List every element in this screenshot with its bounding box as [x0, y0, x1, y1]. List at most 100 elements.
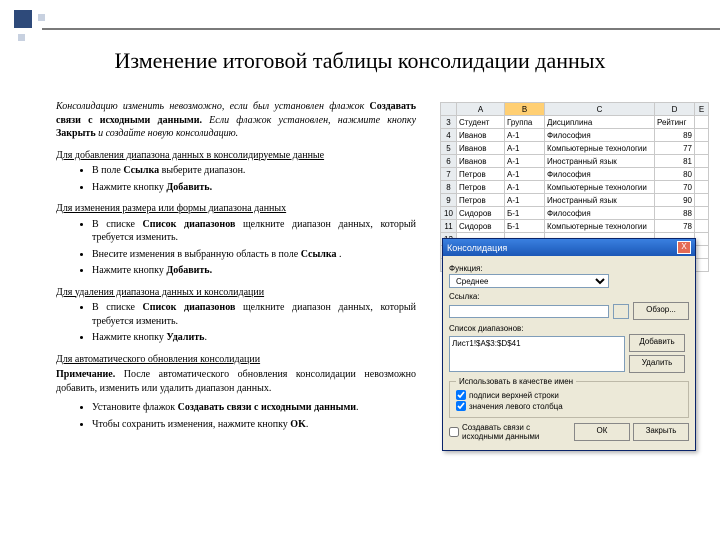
page-title: Изменение итоговой таблицы консолидации … — [0, 48, 720, 74]
left-col-checkbox[interactable] — [456, 401, 466, 411]
row-header[interactable]: 3 — [441, 116, 457, 129]
list-item: Чтобы сохранить изменения, нажмите кнопк… — [92, 418, 416, 432]
cell[interactable]: Сидоров — [457, 207, 505, 220]
close-icon[interactable]: X — [677, 241, 691, 254]
function-label: Функция: — [449, 264, 689, 273]
cell[interactable]: А-1 — [505, 129, 545, 142]
row-header[interactable]: 4 — [441, 129, 457, 142]
list-item: В списке Список диапазонов щелкните диап… — [92, 301, 416, 328]
cell[interactable]: Компьютерные технологии — [545, 181, 655, 194]
cell[interactable]: Б-1 — [505, 207, 545, 220]
col-header[interactable]: E — [695, 103, 709, 116]
cell[interactable]: Философия — [545, 168, 655, 181]
cell[interactable]: Иванов — [457, 129, 505, 142]
cell[interactable]: Компьютерные технологии — [545, 142, 655, 155]
function-select[interactable]: Среднее — [449, 274, 609, 288]
cell[interactable]: А-1 — [505, 181, 545, 194]
section-resize-range: Для изменения размера или формы диапазон… — [56, 202, 416, 216]
cell[interactable]: 81 — [655, 155, 695, 168]
cell[interactable] — [695, 155, 709, 168]
list-item[interactable]: Лист1!$A$3:$D$41 — [452, 339, 622, 348]
cell[interactable]: 70 — [655, 181, 695, 194]
reference-label: Ссылка: — [449, 292, 689, 301]
dialog-titlebar[interactable]: Консолидация X — [443, 239, 695, 256]
row-header[interactable]: 8 — [441, 181, 457, 194]
cell[interactable]: Группа — [505, 116, 545, 129]
cell[interactable] — [695, 246, 709, 259]
row-header[interactable]: 10 — [441, 207, 457, 220]
cell[interactable]: 90 — [655, 194, 695, 207]
row-header[interactable]: 6 — [441, 155, 457, 168]
group-legend: Использовать в качестве имен — [456, 377, 576, 386]
row-header[interactable]: 7 — [441, 168, 457, 181]
cell[interactable] — [695, 220, 709, 233]
col-header[interactable]: A — [457, 103, 505, 116]
cell[interactable] — [695, 168, 709, 181]
note-paragraph: Примечание. После автоматического обновл… — [56, 368, 416, 395]
row-header[interactable]: 11 — [441, 220, 457, 233]
intro-paragraph: Консолидацию изменить невозможно, если б… — [56, 100, 416, 141]
cell[interactable] — [695, 233, 709, 246]
add-button[interactable]: Добавить — [629, 334, 685, 352]
top-row-checkbox[interactable] — [456, 390, 466, 400]
cell[interactable]: Иванов — [457, 142, 505, 155]
col-header[interactable]: C — [545, 103, 655, 116]
row-header[interactable]: 9 — [441, 194, 457, 207]
cell[interactable]: 88 — [655, 207, 695, 220]
header-rule — [42, 28, 720, 30]
range-list-label: Список диапазонов: — [449, 324, 689, 333]
close-button[interactable]: Закрыть — [633, 423, 689, 441]
cell[interactable]: А-1 — [505, 155, 545, 168]
cell[interactable] — [695, 259, 709, 272]
cell[interactable] — [695, 194, 709, 207]
cell[interactable]: 77 — [655, 142, 695, 155]
cell[interactable] — [695, 142, 709, 155]
cell[interactable]: Петров — [457, 181, 505, 194]
section-delete-range: Для удаления диапазона данных и консолид… — [56, 286, 416, 300]
list-item: Нажмите кнопку Удалить. — [92, 331, 416, 345]
delete-button[interactable]: Удалить — [629, 355, 685, 373]
col-header[interactable]: B — [505, 103, 545, 116]
cell[interactable]: Петров — [457, 194, 505, 207]
cell[interactable] — [695, 116, 709, 129]
cell[interactable]: Сидоров — [457, 220, 505, 233]
cell[interactable]: Петров — [457, 168, 505, 181]
list-item: Внесите изменения в выбранную область в … — [92, 248, 416, 262]
cell[interactable]: А-1 — [505, 168, 545, 181]
cell[interactable]: Б-1 — [505, 220, 545, 233]
list-item: Нажмите кнопку Добавить. — [92, 181, 416, 195]
cell[interactable]: Компьютерные технологии — [545, 220, 655, 233]
cell[interactable]: Рейтинг — [655, 116, 695, 129]
consolidate-dialog: Консолидация X Функция: Среднее Ссылка: … — [442, 238, 696, 451]
create-links-checkbox[interactable] — [449, 427, 459, 437]
cell[interactable]: 89 — [655, 129, 695, 142]
list-item: Нажмите кнопку Добавить. — [92, 264, 416, 278]
use-names-group: Использовать в качестве имен подписи вер… — [449, 377, 689, 418]
reference-input[interactable] — [449, 305, 609, 318]
body-text: Консолидацию изменить невозможно, если б… — [56, 100, 416, 437]
cell[interactable] — [695, 181, 709, 194]
cell[interactable]: А-1 — [505, 194, 545, 207]
cell[interactable]: Студент — [457, 116, 505, 129]
range-listbox[interactable]: Лист1!$A$3:$D$41 — [449, 336, 625, 372]
cell[interactable] — [695, 207, 709, 220]
top-row-label: подписи верхней строки — [469, 391, 559, 400]
cell[interactable]: Иванов — [457, 155, 505, 168]
list-item: Установите флажок Создавать связи с исхо… — [92, 401, 416, 415]
cell[interactable]: 78 — [655, 220, 695, 233]
dialog-title: Консолидация — [447, 243, 507, 253]
col-header[interactable]: D — [655, 103, 695, 116]
cell[interactable] — [695, 129, 709, 142]
ref-picker-icon[interactable] — [613, 304, 629, 319]
cell[interactable]: Дисциплина — [545, 116, 655, 129]
cell[interactable]: Философия — [545, 207, 655, 220]
cell[interactable]: А-1 — [505, 142, 545, 155]
browse-button[interactable]: Обзор... — [633, 302, 689, 320]
list-item: В списке Список диапазонов щелкните диап… — [92, 218, 416, 245]
cell[interactable]: Философия — [545, 129, 655, 142]
cell[interactable]: 80 — [655, 168, 695, 181]
ok-button[interactable]: ОК — [574, 423, 630, 441]
row-header[interactable]: 5 — [441, 142, 457, 155]
cell[interactable]: Иностранный язык — [545, 194, 655, 207]
cell[interactable]: Иностранный язык — [545, 155, 655, 168]
